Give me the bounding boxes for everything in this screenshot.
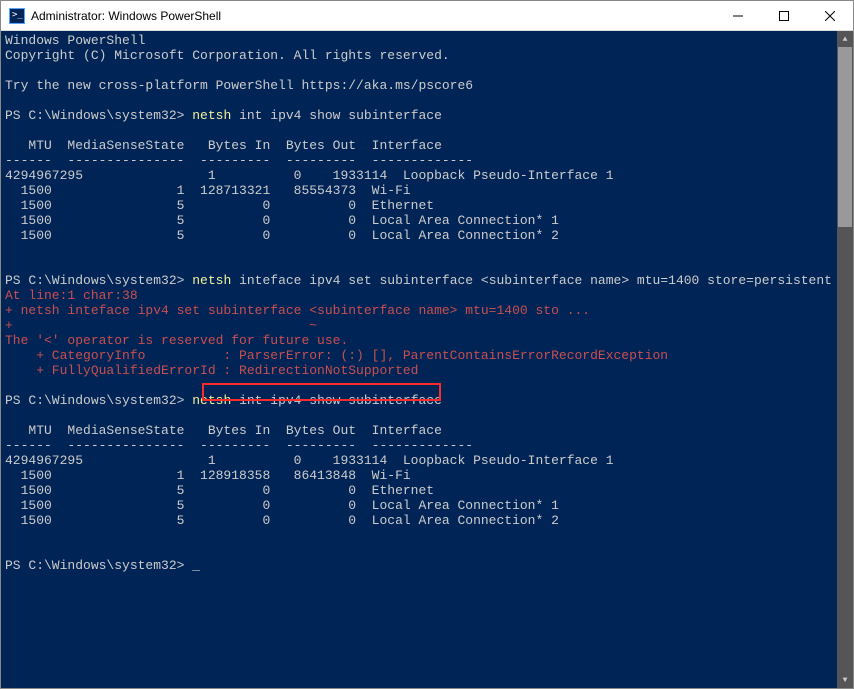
- table-row: 1500 1 128918358 86413848 Wi-Fi: [5, 468, 411, 483]
- command-token: netsh: [192, 393, 231, 408]
- table-row: 1500 5 0 0 Local Area Connection* 2: [5, 513, 559, 528]
- titlebar[interactable]: Administrator: Windows PowerShell: [1, 1, 853, 31]
- prompt: PS C:\Windows\system32>: [5, 558, 184, 573]
- table-row: 1500 5 0 0 Local Area Connection* 2: [5, 228, 559, 243]
- scroll-up-icon[interactable]: ▲: [837, 31, 853, 47]
- table-divider: ------ --------------- --------- -------…: [5, 438, 473, 453]
- window-title: Administrator: Windows PowerShell: [31, 9, 715, 23]
- error-line: + CategoryInfo : ParserError: (:) [], Pa…: [5, 348, 668, 363]
- table-row: 1500 5 0 0 Local Area Connection* 1: [5, 498, 559, 513]
- command-args: inteface ipv4 set subinterface <subinter…: [231, 273, 832, 288]
- scroll-down-icon[interactable]: ▼: [837, 672, 853, 688]
- command-token: netsh: [192, 108, 231, 123]
- error-line: The '<' operator is reserved for future …: [5, 333, 348, 348]
- table-row: 1500 5 0 0 Local Area Connection* 1: [5, 213, 559, 228]
- prompt: PS C:\Windows\system32>: [5, 273, 184, 288]
- command-args: int ipv4 show subinterface: [231, 393, 442, 408]
- cursor: _: [192, 558, 200, 573]
- maximize-button[interactable]: [761, 1, 807, 30]
- scrollbar-thumb[interactable]: [838, 47, 852, 227]
- close-button[interactable]: [807, 1, 853, 30]
- table-row: 1500 5 0 0 Ethernet: [5, 198, 434, 213]
- table-header: MTU MediaSenseState Bytes In Bytes Out I…: [5, 138, 442, 153]
- window-controls: [715, 1, 853, 30]
- minimize-icon: [733, 11, 743, 21]
- error-line: + ~: [5, 318, 317, 333]
- command-token: netsh: [192, 273, 231, 288]
- minimize-button[interactable]: [715, 1, 761, 30]
- command-args: int ipv4 show subinterface: [231, 108, 442, 123]
- powershell-window: Administrator: Windows PowerShell Window…: [0, 0, 854, 689]
- prompt: PS C:\Windows\system32>: [5, 108, 184, 123]
- banner-line: Windows PowerShell: [5, 33, 145, 48]
- table-header: MTU MediaSenseState Bytes In Bytes Out I…: [5, 423, 442, 438]
- error-line: At line:1 char:38: [5, 288, 138, 303]
- terminal-area[interactable]: Windows PowerShell Copyright (C) Microso…: [1, 31, 853, 688]
- maximize-icon: [779, 11, 789, 21]
- powershell-icon: [9, 8, 25, 24]
- table-row: 4294967295 1 0 1933114 Loopback Pseudo-I…: [5, 453, 614, 468]
- table-divider: ------ --------------- --------- -------…: [5, 153, 473, 168]
- error-line: + FullyQualifiedErrorId : RedirectionNot…: [5, 363, 418, 378]
- terminal-output: Windows PowerShell Copyright (C) Microso…: [5, 33, 853, 573]
- close-icon: [825, 11, 835, 21]
- scrollbar-vertical[interactable]: ▲ ▼: [837, 31, 853, 688]
- table-row: 1500 1 128713321 85554373 Wi-Fi: [5, 183, 411, 198]
- banner-line: Copyright (C) Microsoft Corporation. All…: [5, 48, 450, 63]
- error-line: + netsh inteface ipv4 set subinterface <…: [5, 303, 590, 318]
- table-row: 1500 5 0 0 Ethernet: [5, 483, 434, 498]
- prompt: PS C:\Windows\system32>: [5, 393, 184, 408]
- banner-line: Try the new cross-platform PowerShell ht…: [5, 78, 473, 93]
- table-row: 4294967295 1 0 1933114 Loopback Pseudo-I…: [5, 168, 614, 183]
